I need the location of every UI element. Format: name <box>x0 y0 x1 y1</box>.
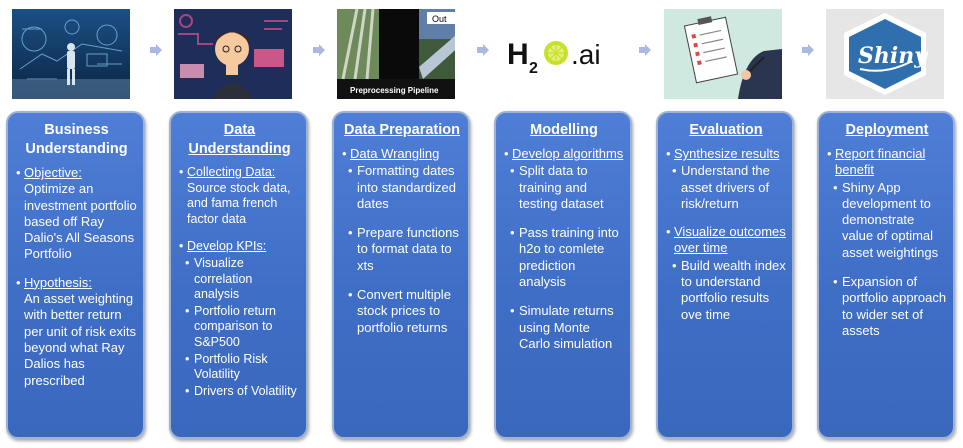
pipeline-out-label: Out <box>432 14 447 24</box>
section-heading: Develop KPIs: <box>187 239 267 254</box>
h2o-ai-logo: H 2 .ai <box>503 9 621 99</box>
svg-text:.ai: .ai <box>571 39 601 70</box>
section-heading: Collecting Data: <box>187 165 276 179</box>
arrow-icon <box>476 43 490 57</box>
stage-title: Evaluation <box>689 122 763 138</box>
svg-text:H: H <box>507 38 529 71</box>
list-item: • Simulate returns using Monte Carlo simu… <box>510 303 614 351</box>
pipeline-caption: Preprocessing Pipeline <box>350 86 439 95</box>
shiny-logo: Shiny <box>826 9 944 99</box>
section: • Synthesize results <box>666 146 780 161</box>
arrow-icon <box>638 43 652 57</box>
stage-title: Deployment <box>845 122 929 138</box>
list-item: • Pass training into h2o to comlete predi… <box>510 225 619 290</box>
shiny-logo-text: Shiny <box>858 43 929 69</box>
stage-card-deployment: Deployment • Report financial benefit • S… <box>817 111 955 439</box>
list-item: • Visualize correlation analysis <box>185 255 253 302</box>
section-heading: Data Wrangling <box>350 146 440 161</box>
section: • Develop KPIs: <box>179 239 267 254</box>
stage-card-modelling: Modelling • Develop algorithms • Split da… <box>494 111 632 439</box>
data-understanding-image <box>174 9 292 99</box>
stage-title: Data Preparation <box>343 122 461 138</box>
stage-title: Modelling <box>530 122 598 138</box>
section-heading: Visualize outcomes over time <box>674 224 786 256</box>
list-item: • Portfolio return comparison to S&P500 <box>185 303 276 349</box>
list-item: • Understand the asset drivers of risk/re… <box>672 163 770 211</box>
list-item: • Formatting dates into standardized date… <box>348 163 457 211</box>
section-heading: Hypothesis: <box>24 274 92 290</box>
list-item: • Shiny App development to demonstrate va… <box>833 179 939 260</box>
section: • Hypothesis: An asset weighting with bet… <box>16 274 136 388</box>
section: • Report financial benefit <box>827 146 947 179</box>
section: • Objective: Optimize an investment portf… <box>16 165 137 262</box>
section: • Data Wrangling <box>342 146 440 161</box>
list-item: • Split data to training and testing data… <box>510 163 604 211</box>
list-item: • Convert multiple stock prices to portfo… <box>348 287 451 335</box>
section-heading: Synthesize results <box>674 146 780 161</box>
section: • Develop algorithms <box>504 146 624 161</box>
arrow-icon <box>149 43 163 57</box>
arrow-icon <box>801 43 815 57</box>
stage-card-data-understanding: Data Understanding • Collecting Data: Sou… <box>169 111 308 439</box>
business-understanding-image <box>12 9 130 99</box>
list-item: • Drivers of Volatility <box>185 383 297 398</box>
stage-card-evaluation: Evaluation • Synthesize results • Underst… <box>656 111 794 439</box>
section-text: Optimize an investment portfolio based o… <box>24 181 137 262</box>
arrow-icon <box>312 43 326 57</box>
list-item: • Build wealth index to understand portfo… <box>672 257 786 322</box>
stage-title: Business Understanding <box>25 122 128 157</box>
list-item: • Expansion of portfolio approach to wide… <box>833 274 947 338</box>
stage-title: Data Understanding <box>188 122 291 157</box>
section-heading: Develop algorithms <box>512 146 624 161</box>
section: • Visualize outcomes over time <box>666 224 786 256</box>
section-heading: Report financial benefit <box>835 146 926 178</box>
svg-text:2: 2 <box>529 60 538 77</box>
stage-card-business-understanding: Business Understanding • Objective: Optim… <box>6 111 145 439</box>
list-item: • Prepare functions to format data to xts <box>348 225 459 273</box>
section-text: An asset weighting with better return pe… <box>24 291 136 388</box>
preprocessing-pipeline-image: Out Preprocessing Pipeline <box>337 9 455 99</box>
evaluation-checklist-image <box>664 9 782 99</box>
list-item: • Portfolio Risk Volatility <box>185 351 268 382</box>
section-text: Source stock data, and fama french facto… <box>187 180 291 226</box>
stage-card-data-preparation: Data Preparation • Data Wrangling • Forma… <box>332 111 470 439</box>
section: • Collecting Data: Source stock data, and… <box>179 165 291 226</box>
section-heading: Objective: <box>24 165 82 180</box>
